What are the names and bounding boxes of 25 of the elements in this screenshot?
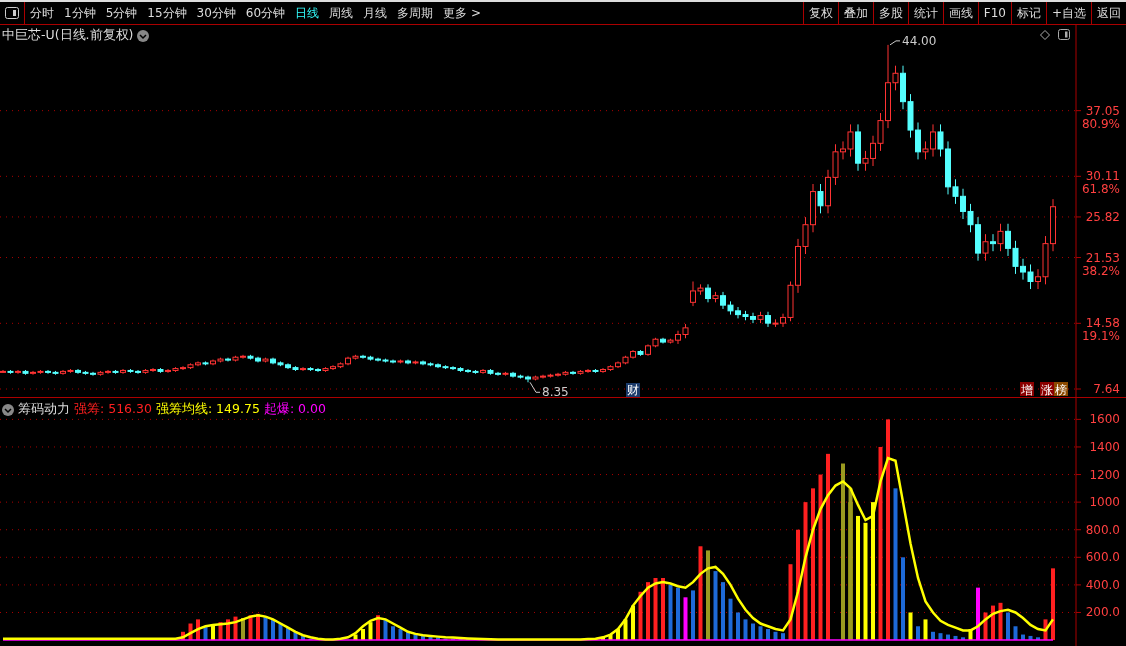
fibonacci-label: 19.1%: [1081, 329, 1120, 344]
axis-label: 7.64: [1093, 382, 1120, 396]
axis-label: 21.53: [1085, 250, 1120, 265]
axis-label: 200.0: [1085, 605, 1120, 620]
indicator-name: 筹码动力: [18, 401, 70, 418]
axis-label: 800.0: [1085, 522, 1120, 537]
fibonacci-label: 61.8%: [1081, 182, 1120, 197]
indicator-reading: 起爆: 0.00: [263, 401, 326, 418]
axis-label: 600.0: [1085, 550, 1120, 565]
axis-label: 1000: [1089, 495, 1120, 510]
axis-label: 1600: [1089, 412, 1120, 427]
axis-label: 25.82: [1085, 209, 1120, 224]
axis-label: 1400: [1089, 439, 1120, 454]
chart-title: 中巨芯-U(日线.前复权): [2, 27, 134, 44]
axis-label: 37.05: [1085, 103, 1120, 118]
price-annotation: 8.35: [542, 385, 569, 398]
axis-label: 1200: [1089, 467, 1120, 482]
indicator-reading: 强筹均线: 149.75: [155, 401, 260, 418]
price-annotation: 44.00: [902, 33, 937, 48]
axis-label: 30.11: [1085, 169, 1120, 184]
fibonacci-label: 80.9%: [1081, 116, 1120, 131]
axis-label: 14.58: [1085, 316, 1120, 331]
fibonacci-label: 38.2%: [1081, 263, 1120, 278]
axis-label: 400.0: [1085, 577, 1120, 592]
indicator-reading: 强筹: 516.30: [74, 401, 152, 418]
